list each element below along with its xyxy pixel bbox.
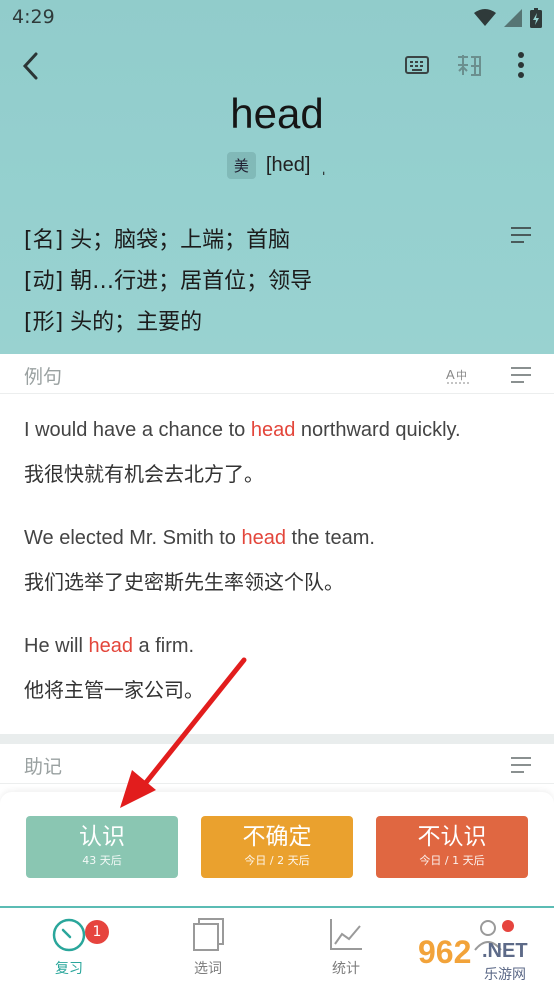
know-sub: 43 天后 [82,854,122,867]
example-english: I would have a chance to head northward … [24,410,554,454]
chevron-left-icon [22,52,38,80]
review-count-badge: 1 [85,920,109,944]
mnemonic-label: 助记 [24,756,63,778]
example-chinese: 我很快就有机会去北方了。 [24,462,264,486]
example-english: We elected Mr. Smith to head the team. [24,518,554,562]
phonetic-mark: ˌ [320,154,328,176]
battery-icon [530,8,542,28]
dictionary-button[interactable] [454,50,484,80]
svg-text:中: 中 [456,369,467,382]
examples-label: 例句 [24,366,63,388]
example-text: the team. [286,527,375,549]
example-item: I would have a chance to head northward … [0,394,554,500]
review-actions: 认识 43 天后 不确定 今日 / 2 天后 不认识 今日 / 1 天后 [0,792,554,908]
keyboard-icon [405,56,429,74]
watermark-site: 乐游网 [484,967,526,983]
site-watermark: 962 .NET 乐游网 [418,934,548,983]
definitions-menu-icon[interactable] [510,226,532,244]
svg-text:A: A [446,367,455,382]
dont-know-button[interactable]: 不认识 今日 / 1 天后 [376,816,528,878]
nav-select-label: 选词 [194,961,222,977]
review-timer-icon [52,918,86,952]
definition-item: [形] 头的；主要的 [24,310,203,335]
accent-badge: 美 [226,152,256,179]
highlight-word: head [250,419,296,441]
example-english: He will head a firm. [24,626,554,670]
example-text: northward quickly. [295,419,461,441]
watermark-number: 962 [418,934,472,970]
status-time: 4:29 [12,6,55,28]
translate-toggle-icon[interactable]: A中 [446,364,470,384]
nav-stats[interactable]: 统计 [306,916,386,978]
definition-item: [动] 朝…行进；居首位；领导 [24,269,313,294]
nav-select-words[interactable]: 选词 [168,916,248,978]
more-vertical-icon [518,52,524,78]
phonetic-row[interactable]: 美 [hed] ˌ [0,152,554,179]
cards-icon [193,918,224,951]
profile-notification-dot [502,920,514,932]
dont-know-sub: 今日 / 1 天后 [419,854,485,867]
unsure-sub: 今日 / 2 天后 [244,854,310,867]
examples-card: 例句 A中 I would have a chance to head nort… [0,354,554,734]
chart-line-icon [330,919,362,950]
toolbar [0,44,554,88]
word-title: head [230,90,324,137]
nav-review[interactable]: 复习 1 [29,916,109,978]
example-item: We elected Mr. Smith to head the team. 我… [0,500,554,608]
wifi-icon [474,9,496,26]
examples-header: 例句 A中 [0,354,554,394]
example-chinese: 我们选举了史密斯先生率领这个队。 [24,570,344,594]
highlight-word: head [241,527,287,549]
dictionary-icon [458,55,481,76]
example-chinese: 他将主管一家公司。 [24,678,204,702]
dont-know-label: 不认识 [417,824,487,850]
nav-stats-label: 统计 [332,961,360,977]
know-label: 认识 [79,824,125,850]
definition-item: [名] 头；脑袋；上端；首脑 [24,228,291,253]
examples-menu-icon[interactable] [510,366,532,384]
unsure-button[interactable]: 不确定 今日 / 2 天后 [201,816,353,878]
signal-icon [504,9,522,27]
phonetic-text: [hed] [265,154,311,176]
example-item: He will head a firm. 他将主管一家公司。 [0,608,554,716]
mnemonic-menu-icon[interactable] [510,756,532,774]
example-text: I would have a chance to [24,419,251,441]
know-button[interactable]: 认识 43 天后 [26,816,178,878]
mnemonic-header: 助记 [0,744,554,784]
watermark-suffix: .NET [482,940,528,962]
word-header: 4:29 head 美 [hed] ˌ [名] 头；脑袋；上端；首脑 [动] 朝… [0,0,554,354]
example-text: We elected Mr. Smith to [24,527,242,549]
definitions-list: [名] 头；脑袋；上端；首脑 [动] 朝…行进；居首位；领导 [形] 头的；主要… [24,222,312,345]
status-bar: 4:29 [0,0,554,38]
status-icons [474,8,542,28]
example-text: He will [24,635,89,657]
nav-review-label: 复习 [55,961,83,977]
back-button[interactable] [16,48,48,84]
unsure-label: 不确定 [242,824,312,850]
keyboard-button[interactable] [402,50,432,80]
arrow-annotation-icon [120,657,247,808]
more-button[interactable] [506,50,536,80]
